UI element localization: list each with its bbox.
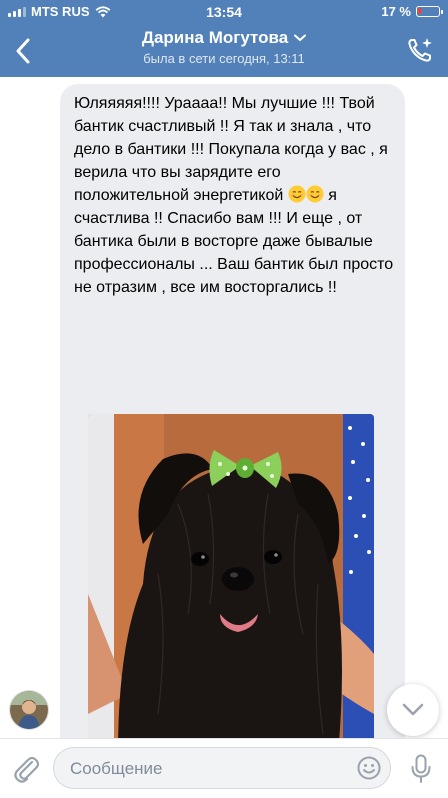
- message-composer: [0, 738, 448, 798]
- back-button[interactable]: [10, 34, 36, 68]
- emoji-icon: [357, 756, 381, 780]
- battery-label: 17 %: [381, 4, 411, 19]
- message-input[interactable]: [68, 748, 352, 790]
- status-bar: MTS RUS 13:54 17 %: [0, 0, 448, 24]
- message-text: Юляяяяя!!!! Урaaaa!! Мы лучшие !!! Твой …: [74, 92, 394, 299]
- dog-photo[interactable]: [88, 414, 374, 754]
- attach-icon: [14, 756, 40, 783]
- chat-header: MTS RUS 13:54 17 % Дарина Могутова была …: [0, 0, 448, 77]
- sender-avatar[interactable]: [9, 690, 49, 730]
- back-icon: [16, 38, 30, 64]
- message-input-box[interactable]: [53, 747, 391, 790]
- scroll-down-icon: [402, 703, 424, 716]
- video-call-icon: [408, 38, 432, 62]
- status-right: 17 %: [381, 4, 443, 19]
- battery-icon: [416, 6, 443, 17]
- smile-emoji-icon: [306, 185, 324, 203]
- microphone-icon: [411, 754, 431, 783]
- attach-button[interactable]: [12, 753, 40, 785]
- message-text-part1: Юляяяяя!!!! Урaaaa!! Мы лучшие !!! Твой …: [74, 95, 388, 204]
- contact-name: Дарина Могутова: [141, 28, 289, 47]
- scroll-down-button[interactable]: [387, 684, 439, 736]
- smile-emoji-icon: [288, 185, 306, 203]
- call-button[interactable]: [404, 34, 436, 66]
- microphone-button[interactable]: [410, 754, 432, 784]
- last-seen-status: была в сети сегодня, 13:11: [143, 51, 305, 66]
- emoji-button[interactable]: [357, 756, 381, 780]
- contact-title[interactable]: Дарина Могутова: [141, 28, 307, 48]
- chat-title-area[interactable]: Дарина Могутова была в сети сегодня, 13:…: [60, 28, 388, 66]
- chevron-down-icon: [294, 34, 307, 42]
- message-bubble[interactable]: Юляяяяя!!!! Урaaaa!! Мы лучшие !!! Твой …: [60, 84, 405, 770]
